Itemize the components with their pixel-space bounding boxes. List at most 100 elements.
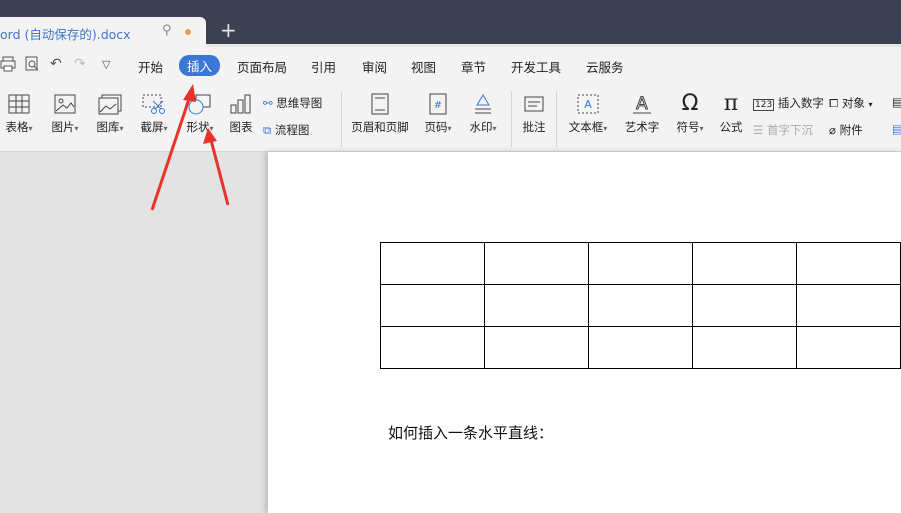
number-icon: 123 xyxy=(753,99,775,111)
table-cell[interactable] xyxy=(380,242,485,285)
gallery-icon xyxy=(98,94,122,115)
ribbon-divider xyxy=(341,91,342,147)
menu-cloud-service[interactable]: 云服务 xyxy=(586,57,624,76)
comment-label: 批注 xyxy=(522,120,546,134)
pi-icon: π xyxy=(723,91,739,116)
formula-button[interactable]: π 公式 xyxy=(716,93,746,135)
table-cell[interactable] xyxy=(588,284,693,327)
drop-cap-label: 首字下沉 xyxy=(766,123,813,137)
svg-text:#: # xyxy=(434,100,442,111)
redo-icon: ↷ xyxy=(74,56,86,72)
menu-page-layout[interactable]: 页面布局 xyxy=(237,57,287,76)
gallery-button[interactable]: 图库▾ xyxy=(92,93,128,135)
svg-text:A: A xyxy=(584,98,592,111)
comment-button[interactable]: 批注 xyxy=(518,93,550,135)
chart-button[interactable]: 图表 xyxy=(226,93,256,135)
paperclip-icon: ⌀ xyxy=(829,123,836,137)
table-cell[interactable] xyxy=(692,242,797,285)
mindmap-icon: ⚯ xyxy=(263,96,273,110)
unsaved-dot-icon xyxy=(185,29,191,35)
flowchart-button[interactable]: ⧉ 流程图 xyxy=(263,122,309,138)
attachment-label: 附件 xyxy=(839,123,863,137)
textbox-label: 文本框 xyxy=(568,120,604,134)
screenshot-button[interactable]: 截屏▾ xyxy=(136,93,172,135)
shape-button[interactable]: 形状▾ xyxy=(182,93,218,135)
document-tab-title: ord (自动保存的).docx xyxy=(0,27,131,42)
table-label: 表格 xyxy=(5,120,29,134)
gallery-label: 图库 xyxy=(96,120,120,134)
page-number-button[interactable]: # 页码▾ xyxy=(421,93,455,135)
undo-icon[interactable]: ↶ xyxy=(50,56,62,72)
wordart-button[interactable]: A 艺术字 xyxy=(622,93,662,135)
menu-review[interactable]: 审阅 xyxy=(362,57,387,76)
menu-references[interactable]: 引用 xyxy=(311,57,336,76)
menu-developer-tools[interactable]: 开发工具 xyxy=(511,57,561,76)
insert-number-label: 插入数字 xyxy=(777,96,824,110)
document-page[interactable]: 如何插入一条水平直线： xyxy=(268,152,901,513)
symbol-button[interactable]: Ω 符号▾ xyxy=(672,93,708,135)
menu-bar: ↶ ↷ ▽ 开始 插入 页面布局 引用 审阅 视图 章节 开发工具 云服务 xyxy=(0,47,901,85)
table-icon xyxy=(8,94,30,114)
svg-text:A: A xyxy=(636,94,648,114)
table-cell[interactable] xyxy=(588,242,693,285)
header-footer-icon xyxy=(371,93,389,115)
table-cell[interactable] xyxy=(380,326,485,369)
object-label: 对象 xyxy=(841,96,865,110)
table-cell[interactable] xyxy=(588,326,693,369)
table-cell[interactable] xyxy=(484,242,589,285)
flowchart-icon: ⧉ xyxy=(263,123,272,137)
table-cell[interactable] xyxy=(484,326,589,369)
flowchart-label: 流程图 xyxy=(274,123,310,137)
table-row xyxy=(380,242,901,285)
chart-label: 图表 xyxy=(229,120,253,134)
header-footer-button[interactable]: 页眉和页脚 xyxy=(350,93,410,135)
table-row xyxy=(380,326,901,369)
quick-access-more-icon[interactable]: ▽ xyxy=(102,58,110,71)
table-button[interactable]: 表格▾ xyxy=(2,93,36,135)
table-cell[interactable] xyxy=(796,242,901,285)
object-icon: ⧠ xyxy=(829,96,839,110)
picture-label: 图片 xyxy=(51,120,75,134)
object-button[interactable]: ⧠ 对象 ▾ xyxy=(829,95,873,111)
document-table[interactable] xyxy=(380,242,901,369)
textbox-button[interactable]: A 文本框▾ xyxy=(565,93,611,135)
menu-chapter[interactable]: 章节 xyxy=(461,57,486,76)
watermark-button[interactable]: 水印▾ xyxy=(465,93,501,135)
table-cell[interactable] xyxy=(692,326,797,369)
menu-view[interactable]: 视图 xyxy=(411,57,436,76)
picture-button[interactable]: 图片▾ xyxy=(47,93,83,135)
chart-icon xyxy=(230,94,251,114)
title-bar: ord (自动保存的).docx ⚲ + xyxy=(0,0,901,47)
print-preview-icon[interactable] xyxy=(24,56,40,76)
insert-number-button[interactable]: 123 插入数字 xyxy=(753,95,824,111)
table-cell[interactable] xyxy=(796,326,901,369)
drop-cap-button: ☰ 首字下沉 xyxy=(753,122,813,138)
table-cell[interactable] xyxy=(796,284,901,327)
ribbon-divider xyxy=(556,91,557,147)
omega-icon: Ω xyxy=(681,91,699,116)
page-number-label: 页码 xyxy=(424,120,448,134)
print-icon[interactable] xyxy=(0,56,16,76)
picture-icon xyxy=(54,94,76,114)
pin-icon[interactable]: ⚲ xyxy=(162,23,172,38)
shape-label: 形状 xyxy=(186,120,210,134)
table-cell[interactable] xyxy=(484,284,589,327)
chevron-down-icon: ▾ xyxy=(868,100,873,109)
new-tab-button[interactable]: + xyxy=(220,19,237,41)
table-cell[interactable] xyxy=(692,284,797,327)
symbol-label: 符号 xyxy=(676,120,700,134)
watermark-label: 水印 xyxy=(469,120,493,134)
attachment-button[interactable]: ⌀ 附件 xyxy=(829,122,863,138)
document-tab[interactable]: ord (自动保存的).docx ⚲ xyxy=(0,17,206,47)
drop-cap-icon: ☰ xyxy=(753,123,764,137)
shape-icon xyxy=(188,94,211,115)
table-cell[interactable] xyxy=(380,284,485,327)
more-icon[interactable]: ▤ xyxy=(892,122,901,136)
menu-start[interactable]: 开始 xyxy=(138,57,163,76)
header-footer-label: 页眉和页脚 xyxy=(351,120,409,134)
body-paragraph[interactable]: 如何插入一条水平直线： xyxy=(388,422,553,443)
mindmap-button[interactable]: ⚯ 思维导图 xyxy=(263,95,322,111)
date-icon[interactable]: ▤ xyxy=(892,95,901,109)
menu-insert[interactable]: 插入 xyxy=(179,55,221,76)
textbox-icon: A xyxy=(577,94,599,114)
